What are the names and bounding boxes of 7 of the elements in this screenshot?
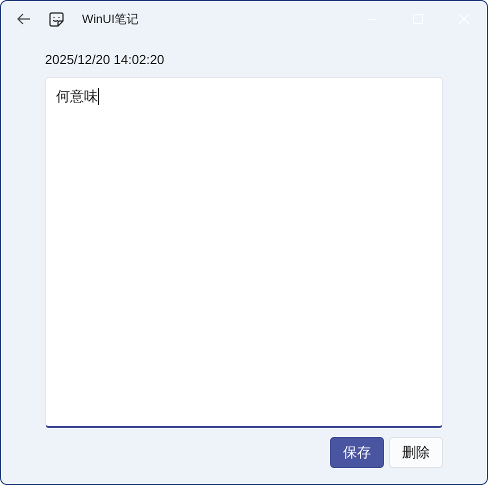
delete-button[interactable]: 删除 xyxy=(389,437,443,468)
back-icon xyxy=(17,13,31,25)
note-timestamp: 2025/12/20 14:02:20 xyxy=(45,51,166,69)
window-title: WinUI笔记 xyxy=(82,11,139,28)
save-button[interactable]: 保存 xyxy=(330,437,384,468)
note-field[interactable]: 何意味 xyxy=(45,77,443,428)
sticky-note-icon xyxy=(49,12,64,26)
